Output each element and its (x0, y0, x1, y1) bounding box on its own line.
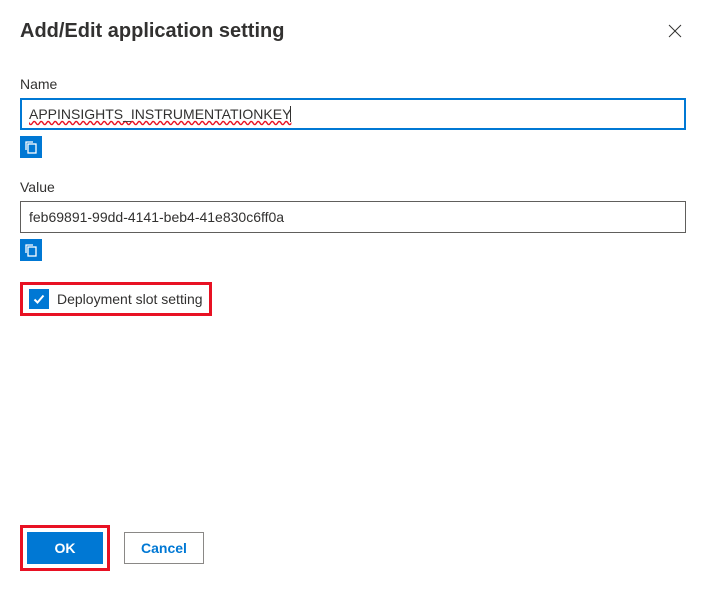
name-input[interactable]: APPINSIGHTS_INSTRUMENTATIONKEY (20, 98, 686, 130)
name-field-group: Name APPINSIGHTS_INSTRUMENTATIONKEY (20, 76, 686, 159)
copy-value-button[interactable] (20, 239, 42, 261)
copy-name-button[interactable] (20, 136, 42, 158)
value-label: Value (20, 179, 686, 195)
close-button[interactable] (664, 20, 686, 46)
dialog-header: Add/Edit application setting (20, 20, 686, 46)
checkmark-icon (32, 292, 46, 306)
name-label: Name (20, 76, 686, 92)
text-cursor (290, 106, 291, 122)
value-field-group: Value (20, 179, 686, 262)
deployment-slot-checkbox[interactable] (29, 289, 49, 309)
deployment-slot-checkbox-row: Deployment slot setting (20, 282, 212, 316)
copy-icon (24, 140, 38, 154)
ok-button[interactable]: OK (27, 532, 103, 564)
value-input[interactable] (20, 201, 686, 233)
copy-icon (24, 243, 38, 257)
dialog-title: Add/Edit application setting (20, 20, 284, 43)
close-icon (668, 24, 682, 38)
deployment-slot-label: Deployment slot setting (57, 291, 203, 307)
cancel-button[interactable]: Cancel (124, 532, 204, 564)
ok-button-highlight: OK (20, 525, 110, 571)
dialog-footer: OK Cancel (20, 525, 204, 571)
